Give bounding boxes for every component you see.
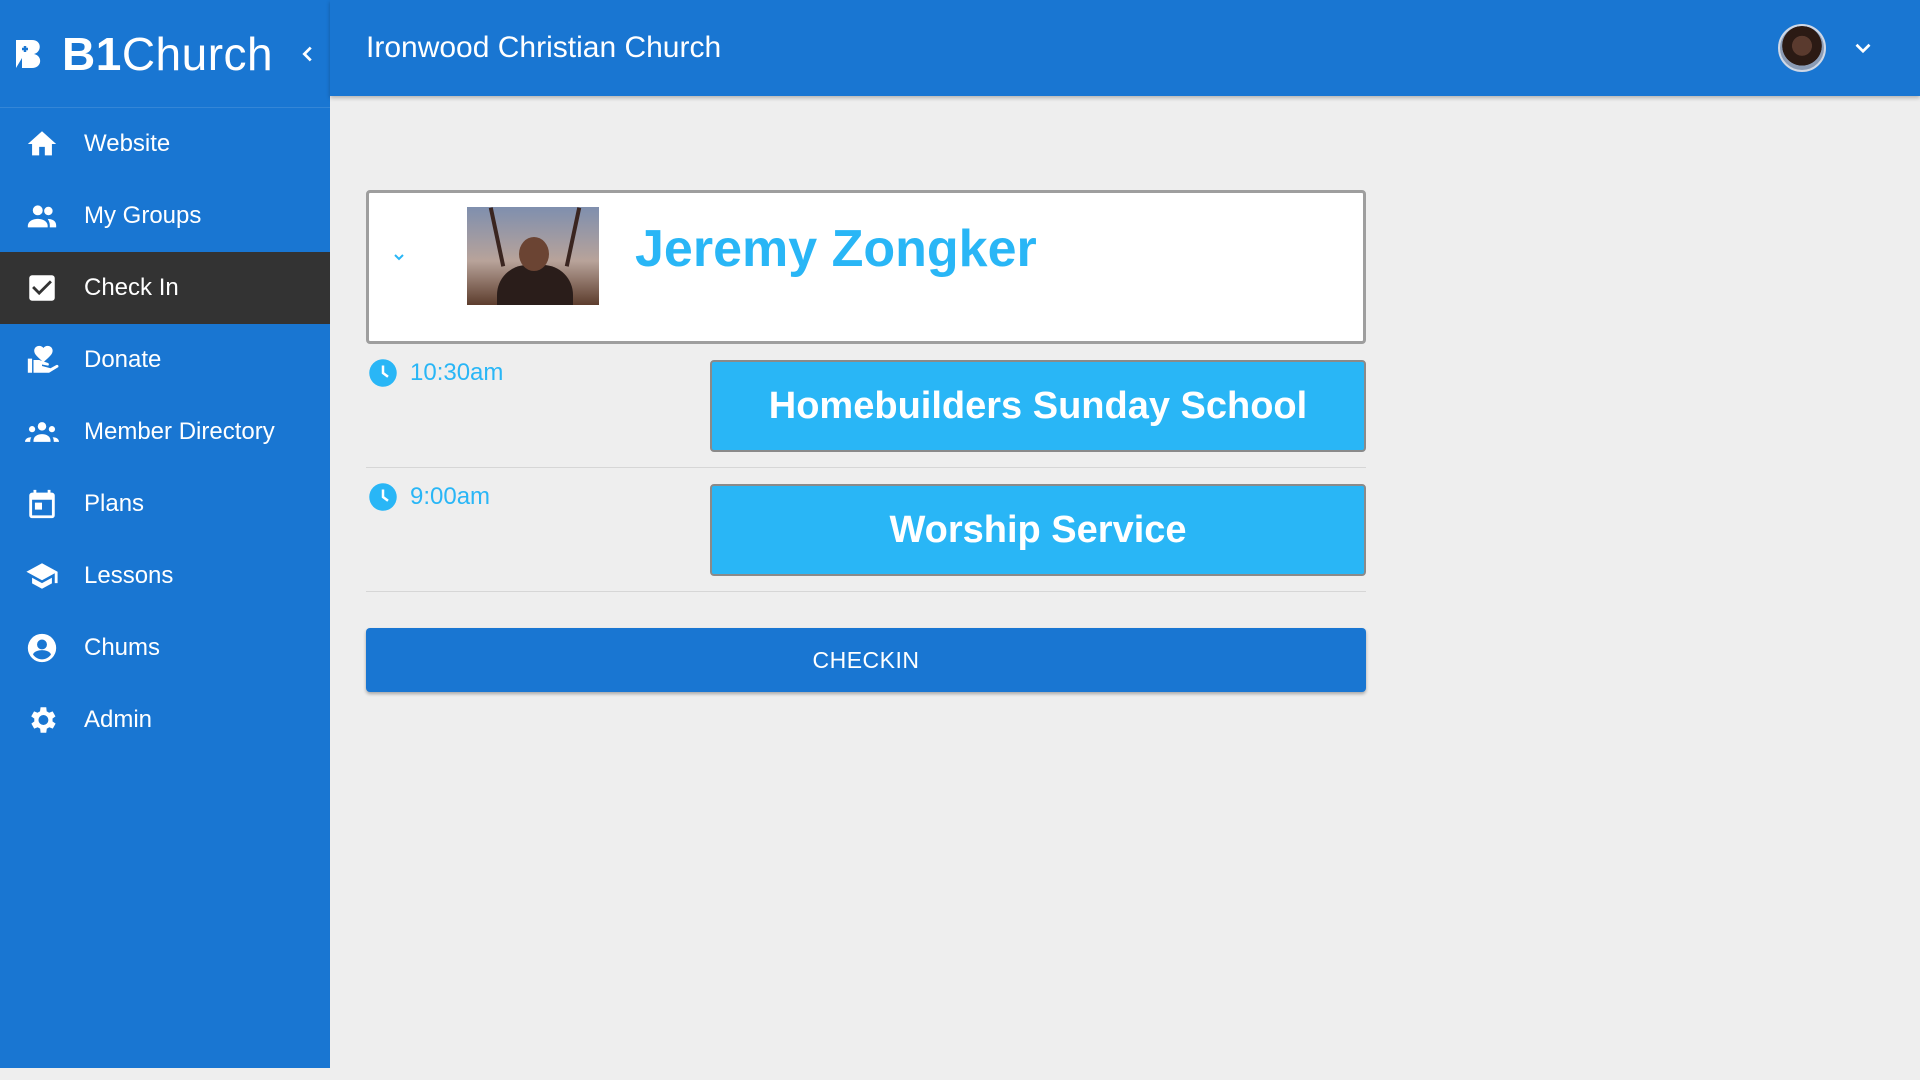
- people-icon: [24, 198, 60, 234]
- sidebar-item-label: Donate: [84, 346, 162, 373]
- sidebar-item-label: Check In: [84, 274, 179, 301]
- sidebar-item-label: Chums: [84, 634, 161, 661]
- sidebar-item-lessons[interactable]: Lessons: [0, 540, 330, 612]
- chevron-down-icon[interactable]: [391, 249, 407, 265]
- sidebar-item-donate[interactable]: Donate: [0, 324, 330, 396]
- sidebar-item-label: Lessons: [84, 562, 174, 589]
- sidebar-item-label: Admin: [84, 706, 153, 733]
- user-menu[interactable]: [1778, 24, 1876, 72]
- brand-name-light: Church: [121, 27, 274, 80]
- service-time-label: 9:00am: [410, 483, 491, 510]
- chevron-down-icon[interactable]: [1850, 35, 1876, 61]
- person-name: Jeremy Zongker: [635, 220, 1037, 278]
- home-icon: [24, 126, 60, 162]
- sidebar: B1Church Website My Groups Check In Dona…: [0, 0, 330, 1068]
- church-name: Ironwood Christian Church: [366, 31, 722, 64]
- checkin-button[interactable]: CHECKIN: [366, 628, 1366, 692]
- top-app-bar: Ironwood Christian Church: [330, 0, 1920, 96]
- avatar[interactable]: [1778, 24, 1826, 72]
- person-card: Jeremy Zongker: [366, 190, 1366, 344]
- sidebar-item-label: Member Directory: [84, 418, 275, 445]
- brand-name[interactable]: B1Church: [62, 31, 273, 77]
- brand-name-bold: B1: [62, 27, 122, 80]
- service-time: 9:00am: [368, 482, 490, 512]
- settings-icon: [24, 702, 60, 738]
- sidebar-item-label: Website: [84, 130, 171, 157]
- volunteer-heart-icon: [24, 342, 60, 378]
- sidebar-item-my-groups[interactable]: My Groups: [0, 180, 330, 252]
- person-photo: [467, 207, 599, 305]
- sidebar-item-admin[interactable]: Admin: [0, 684, 330, 756]
- service-row: 9:00am Worship Service: [366, 468, 1366, 592]
- group-select-button[interactable]: Homebuilders Sunday School: [710, 360, 1366, 452]
- checkin-content: Jeremy Zongker 10:30am Homebuilders Sund…: [366, 190, 1366, 692]
- sidebar-item-website[interactable]: Website: [0, 108, 330, 180]
- sidebar-item-plans[interactable]: Plans: [0, 468, 330, 540]
- school-icon: [24, 558, 60, 594]
- sidebar-item-member-directory[interactable]: Member Directory: [0, 396, 330, 468]
- clock-icon: [369, 359, 397, 387]
- sidebar-item-label: My Groups: [84, 202, 202, 229]
- service-row: 10:30am Homebuilders Sunday School: [366, 344, 1366, 468]
- service-time-label: 10:30am: [410, 359, 504, 386]
- brand-header: B1Church: [0, 0, 330, 108]
- chevron-left-icon: [302, 46, 312, 61]
- account-circle-icon: [24, 630, 60, 666]
- sidebar-item-check-in[interactable]: Check In: [0, 252, 330, 324]
- collapse-sidebar-button[interactable]: [293, 39, 323, 69]
- b1-logo-icon[interactable]: [12, 36, 48, 72]
- group-select-button[interactable]: Worship Service: [710, 484, 1366, 576]
- service-time: 10:30am: [368, 358, 503, 388]
- check-box-icon: [24, 270, 60, 306]
- sidebar-item-chums[interactable]: Chums: [0, 612, 330, 684]
- groups-icon: [24, 414, 60, 450]
- clock-icon: [369, 483, 397, 511]
- sidebar-item-label: Plans: [84, 490, 145, 517]
- calendar-icon: [24, 486, 60, 522]
- sidebar-nav: Website My Groups Check In Donate Member…: [0, 108, 330, 756]
